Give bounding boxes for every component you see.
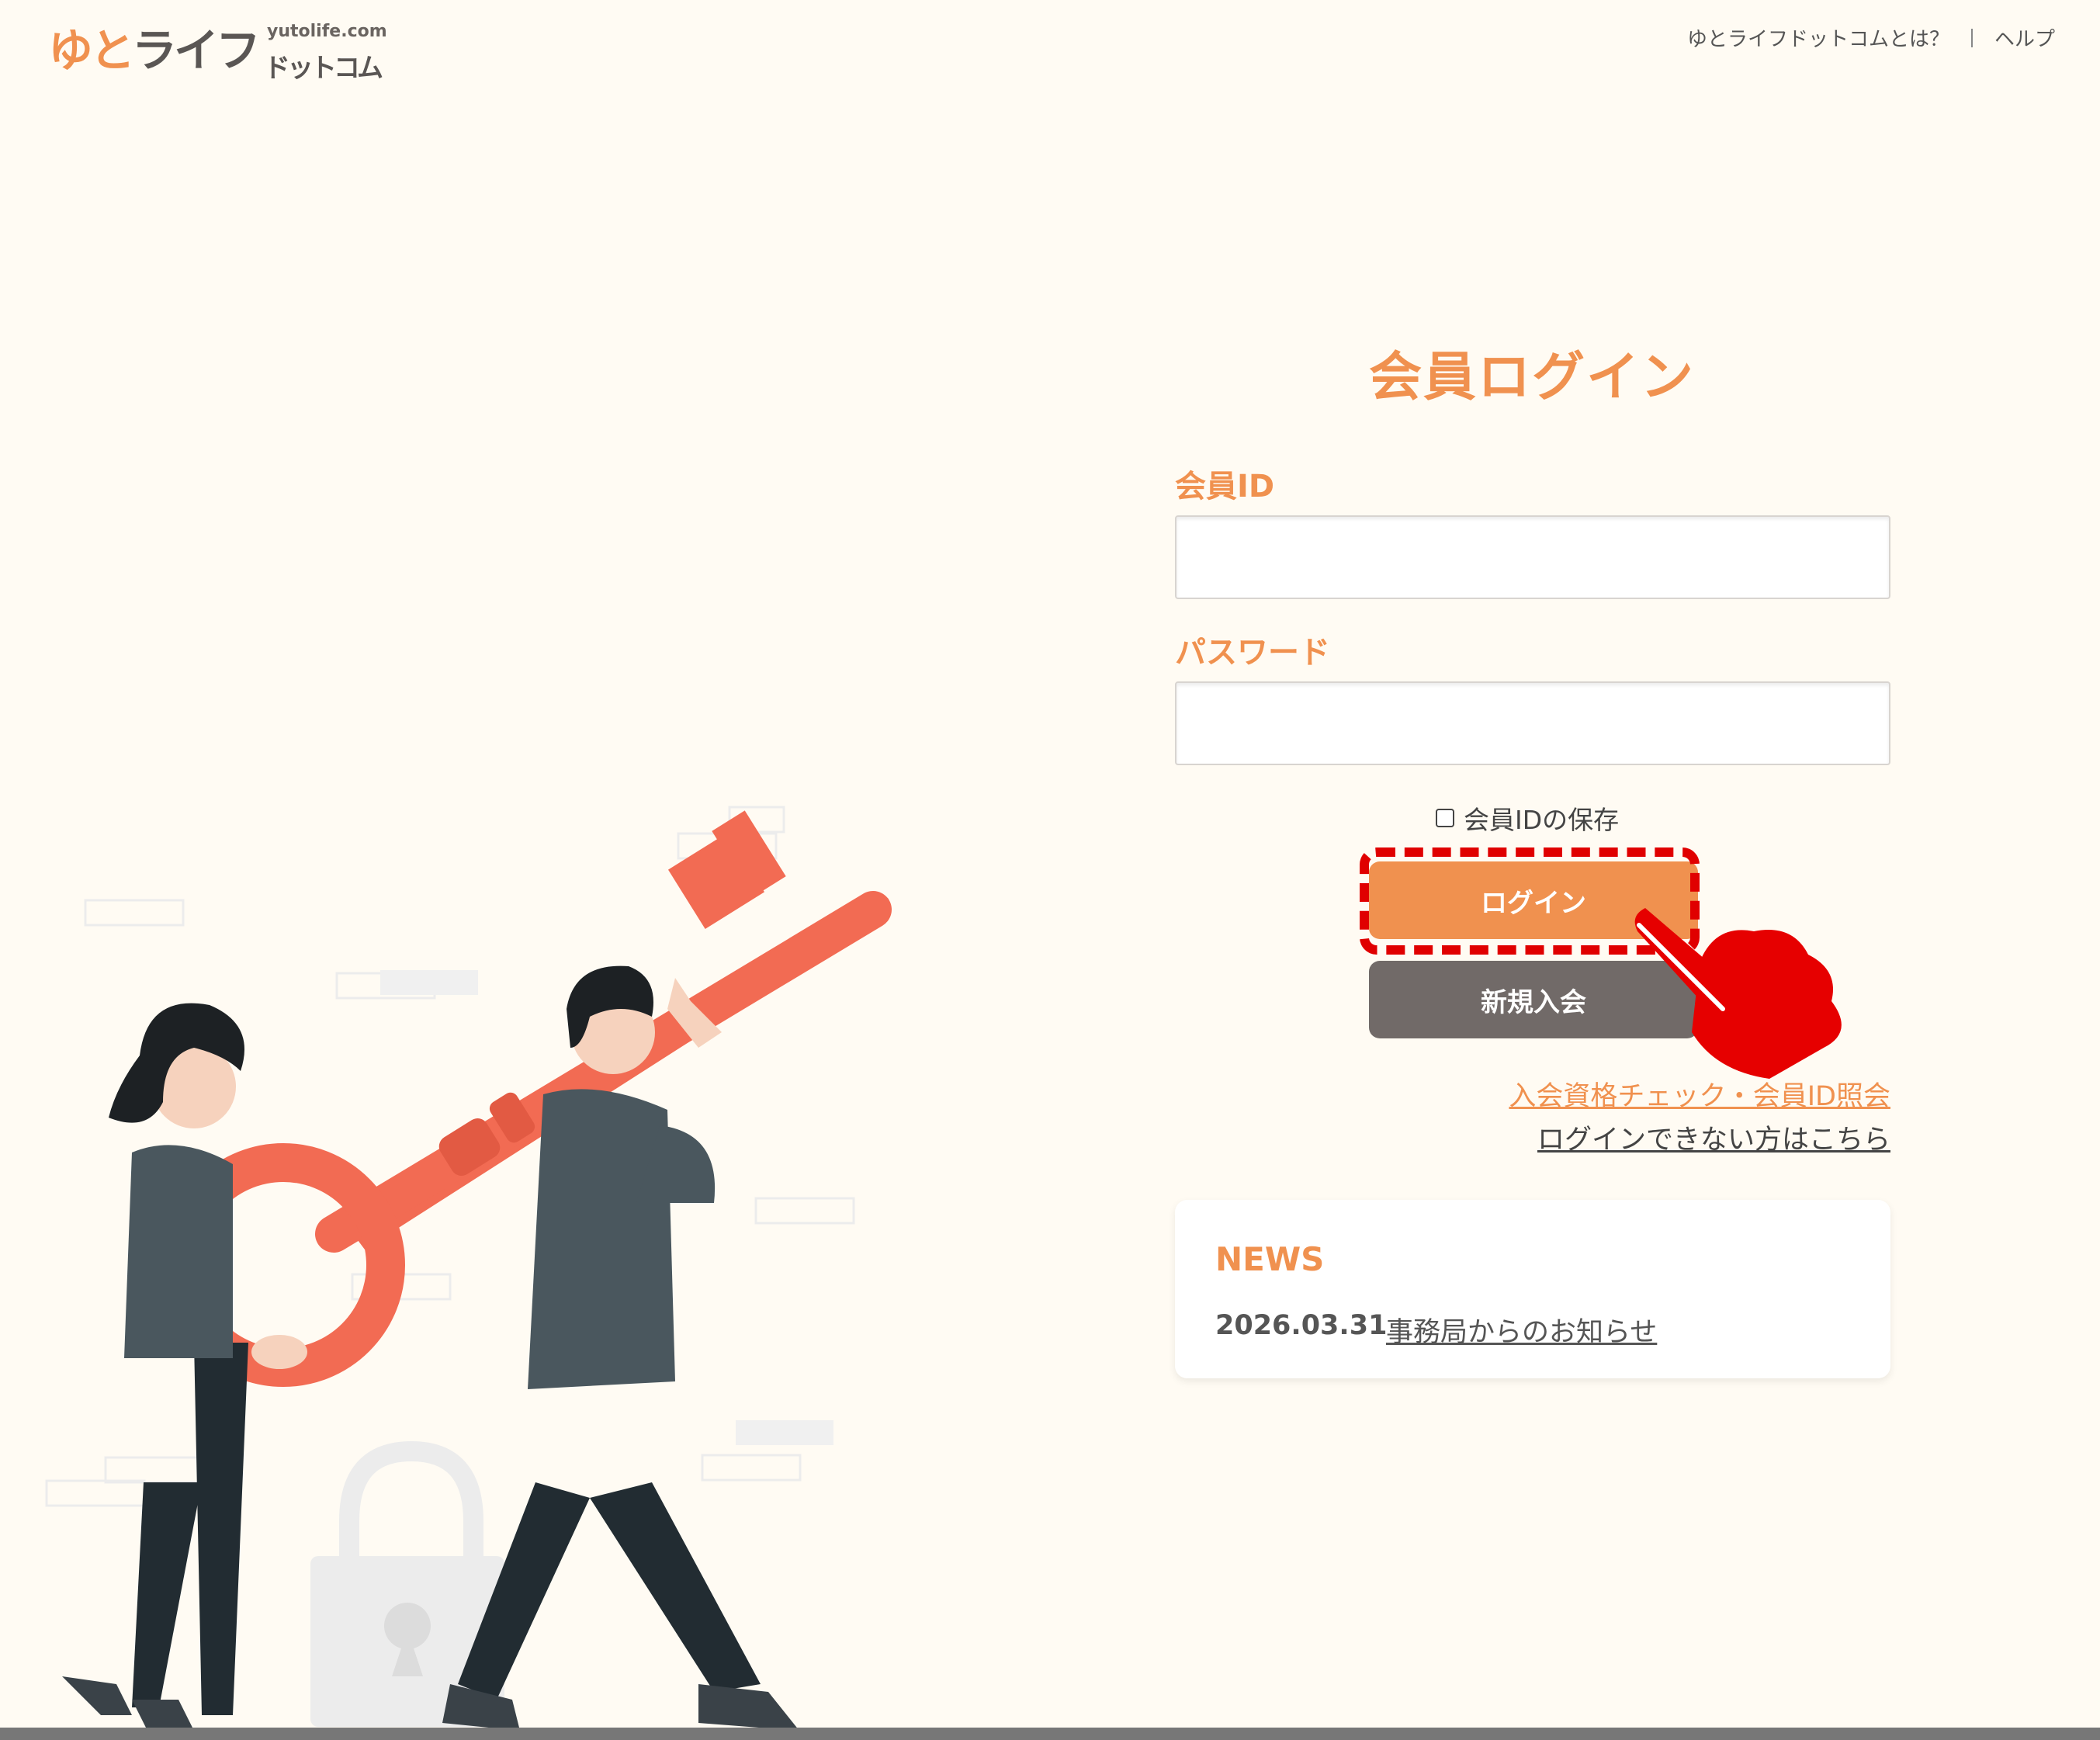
remember-id-label: 会員IDの保存 — [1464, 805, 1620, 835]
checkbox-icon[interactable] — [1436, 809, 1454, 827]
login-help-link[interactable]: ログインできない方はこちら — [1537, 1118, 1890, 1157]
password-label: パスワード — [1175, 635, 1330, 671]
top-nav: ゆとライフドットコムとは？ ヘルプ — [1687, 23, 2055, 52]
woman-figure — [62, 1003, 307, 1731]
bottom-bar — [0, 1728, 2100, 1740]
member-id-label: 会員ID — [1175, 469, 1275, 504]
password-input[interactable] — [1175, 681, 1890, 765]
page-title: 会員ログイン — [1368, 347, 1695, 408]
logo-wordmark: ゆとライフ — [48, 24, 261, 77]
key-illustration — [45, 806, 892, 1731]
member-id-input[interactable] — [1175, 515, 1890, 599]
eligibility-check-link[interactable]: 入会資格チェック・会員ID照会 — [1509, 1074, 1890, 1114]
news-date: 2026.03.31 — [1215, 1310, 1388, 1341]
news-panel: NEWS 2026.03.31 事務局からのお知らせ — [1175, 1200, 1890, 1378]
nav-help-link[interactable]: ヘルプ — [1994, 23, 2055, 52]
nav-divider — [1970, 28, 1973, 47]
pointing-hand-icon — [1634, 908, 1842, 1079]
logo-subtext: ドットコム — [264, 53, 383, 84]
news-item-link[interactable]: 事務局からのお知らせ — [1386, 1310, 1657, 1350]
logo-url: yutolife.com — [267, 22, 387, 41]
news-title: NEWS — [1215, 1240, 1325, 1278]
remember-id-option[interactable]: 会員IDの保存 — [1436, 799, 1619, 837]
site-logo[interactable]: ゆとライフ ドットコム yutolife.com — [48, 22, 390, 84]
nav-about-link[interactable]: ゆとライフドットコムとは？ — [1687, 23, 1949, 52]
